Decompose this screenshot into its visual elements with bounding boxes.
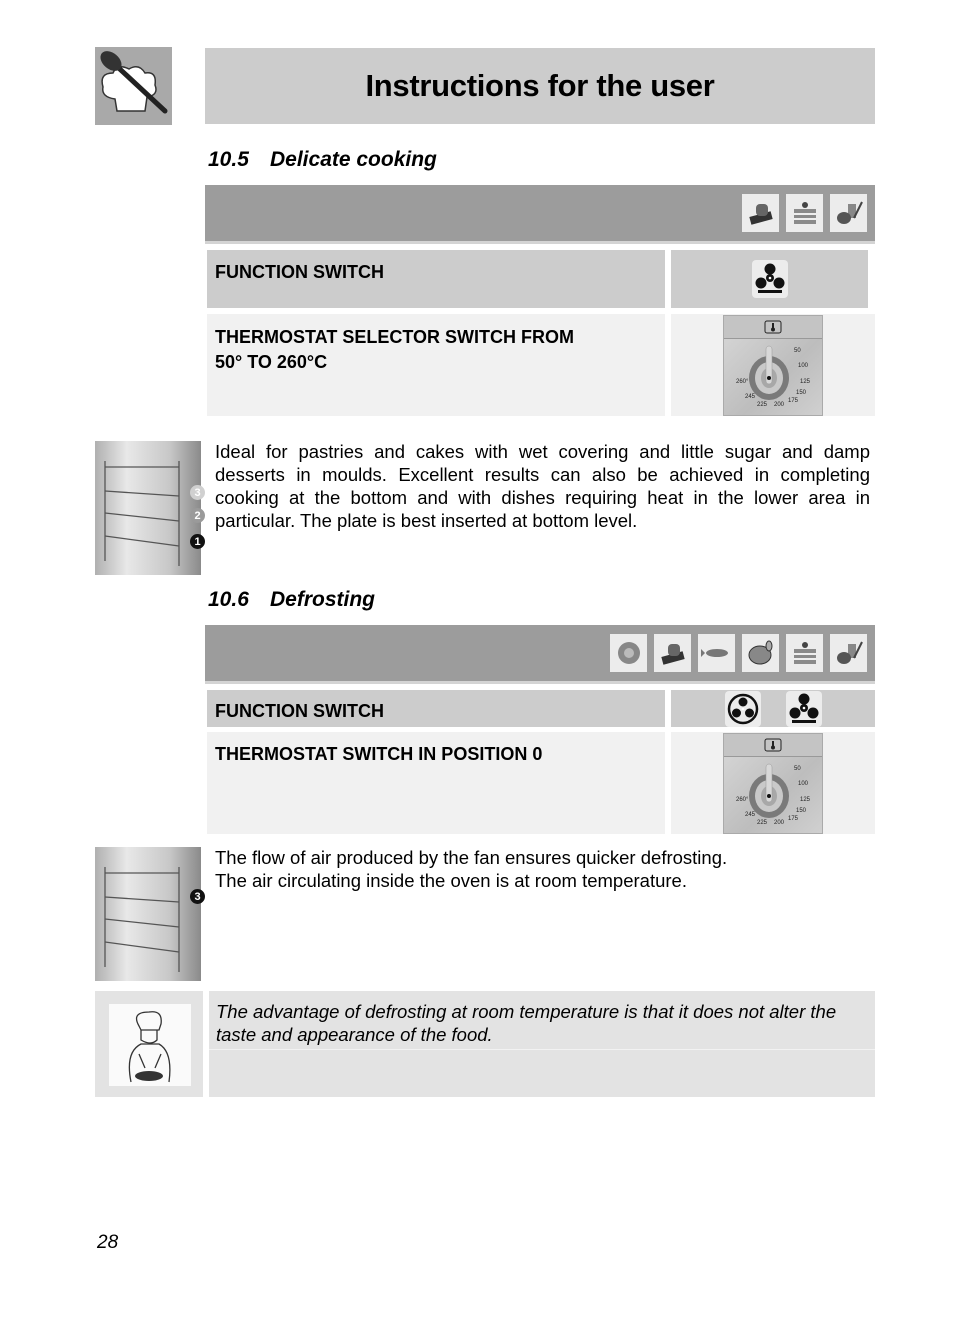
section-heading-delicate-cooking: 10.5 Delicate cooking — [208, 148, 437, 172]
dial-mark: 260° — [736, 378, 749, 385]
label-line-2: 50° TO 260°C — [215, 352, 328, 372]
thermostat-dial-icon: 50 100 125 150 175 200 225 245 260° — [723, 314, 823, 416]
poultry-icon — [742, 634, 779, 672]
fan-bottom-heat-icon — [751, 260, 788, 298]
dial-mark: 125 — [800, 378, 811, 385]
dial-mark: 150 — [796, 389, 807, 396]
label-text: THERMOSTAT SWITCH IN POSITION 0 — [215, 744, 543, 764]
label-text: FUNCTION SWITCH — [215, 262, 384, 282]
dial-mark: 150 — [796, 807, 807, 814]
dial-mark: 225 — [757, 819, 768, 826]
section-number: 10.6 — [208, 588, 249, 611]
function-switch-label: FUNCTION SWITCH — [207, 690, 665, 727]
dial-mark: 200 — [774, 819, 785, 826]
shelf-level-badge: 2 — [190, 508, 205, 523]
shelf-level-badge-active: 1 — [190, 534, 205, 549]
vegetables-icon — [830, 194, 867, 232]
cake-icon — [786, 194, 823, 232]
vegetables-icon — [830, 634, 867, 672]
shelf-level-badge: 3 — [190, 485, 205, 500]
function-switch-setting — [671, 690, 875, 727]
food-icons-bar — [205, 185, 875, 244]
tip-text-panel: The advantage of defrosting at room temp… — [209, 991, 875, 1097]
section-heading-defrosting: 10.6 Defrosting — [208, 588, 375, 612]
meat-icon — [610, 634, 647, 672]
thermostat-label: THERMOSTAT SELECTOR SWITCH FROM 50° TO 2… — [207, 314, 665, 416]
bread-icon — [742, 194, 779, 232]
dial-mark: 50 — [794, 765, 801, 772]
label-text: FUNCTION SWITCH — [215, 701, 384, 721]
dial-mark: 245 — [745, 393, 756, 400]
section-number: 10.5 — [208, 148, 249, 171]
shelf-level-badge-active: 3 — [190, 889, 205, 904]
dial-mark: 100 — [798, 780, 809, 787]
thermostat-dial-icon: 50 100 125 150 175 200 225 245 260° — [723, 732, 823, 834]
tip-text: The advantage of defrosting at room temp… — [209, 991, 875, 1050]
fan-bottom-heat-icon — [785, 690, 822, 727]
thermostat-setting: 50 100 125 150 175 200 225 245 260° — [671, 314, 875, 416]
section-title: Delicate cooking — [270, 148, 437, 171]
defrosting-description: The flow of air produced by the fan ensu… — [215, 846, 870, 892]
dial-mark: 245 — [745, 811, 756, 818]
dial-mark: 175 — [788, 397, 799, 404]
oven-shelf-illustration: 3 2 1 — [95, 441, 205, 575]
section-title: Defrosting — [270, 588, 375, 611]
function-switch-setting — [671, 250, 868, 308]
food-icons-bar — [205, 625, 875, 684]
label-line-1: THERMOSTAT SELECTOR SWITCH FROM — [215, 327, 574, 347]
dial-mark: 260° — [736, 796, 749, 803]
dial-mark: 100 — [798, 362, 809, 369]
cake-icon — [786, 634, 823, 672]
oven-shelf-illustration: 3 — [95, 847, 205, 981]
delicate-cooking-description: Ideal for pastries and cakes with wet co… — [215, 441, 870, 531]
thermostat-setting: 50 100 125 150 175 200 225 245 260° — [671, 732, 875, 834]
page-title: Instructions for the user — [365, 68, 715, 103]
dial-mark: 175 — [788, 815, 799, 822]
function-switch-label: FUNCTION SWITCH — [207, 250, 665, 308]
dial-mark: 200 — [774, 401, 785, 408]
chef-icon — [109, 1004, 191, 1086]
dial-mark: 125 — [800, 796, 811, 803]
description-line: The air circulating inside the oven is a… — [215, 870, 687, 891]
fish-icon — [698, 634, 735, 672]
bread-icon — [654, 634, 691, 672]
tip-box: The advantage of defrosting at room temp… — [95, 991, 875, 1097]
dial-mark: 50 — [794, 347, 801, 354]
dial-mark: 225 — [757, 401, 768, 408]
chef-hat-spoon-icon — [95, 47, 172, 125]
thermostat-label: THERMOSTAT SWITCH IN POSITION 0 — [207, 732, 665, 834]
tip-icon-panel — [95, 991, 203, 1097]
page-header: Instructions for the user — [205, 48, 875, 124]
page-number: 28 — [97, 1232, 119, 1253]
description-line: The flow of air produced by the fan ensu… — [215, 847, 728, 868]
fan-circle-icon — [724, 690, 761, 727]
